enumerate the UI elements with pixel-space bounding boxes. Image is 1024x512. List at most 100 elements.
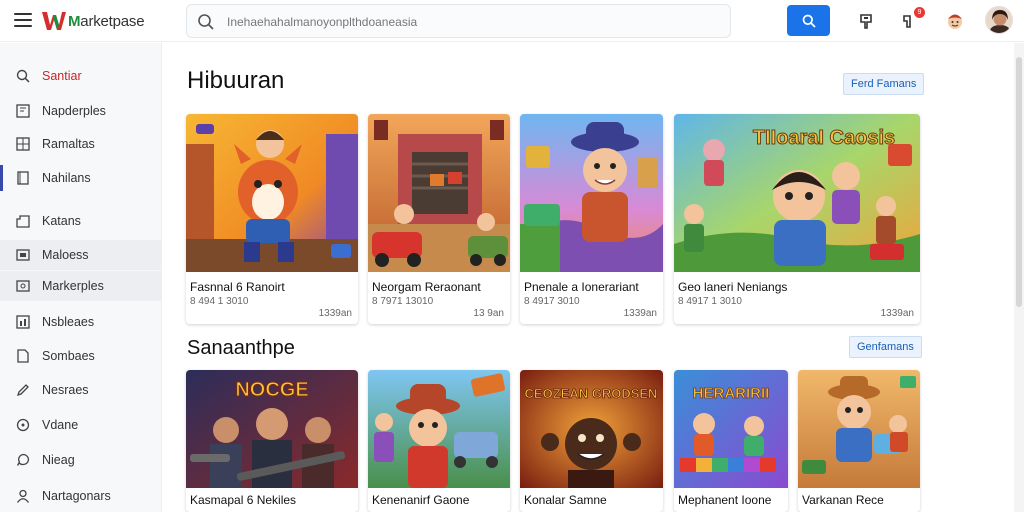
chat-icon[interactable] xyxy=(856,10,878,32)
card-title-art: HERARIRII xyxy=(693,385,770,402)
game-card[interactable]: HERARIRII Mephanent Ioone xyxy=(674,370,788,512)
game-card[interactable]: Fasnnal 6 Ranoirt 8 494 1 3010 1339an xyxy=(186,114,358,324)
sidebar-item-markerples[interactable]: Markerples xyxy=(0,271,162,301)
sidebar: Santiar Napderples Ramaltas Nahilans Kat… xyxy=(0,43,162,512)
sidebar-item-label: Ramaltas xyxy=(42,137,95,151)
sidebar-item-label: Nahilans xyxy=(42,171,91,185)
card-title: Kenenanirf Gaone xyxy=(372,493,470,507)
sidebar-item-nartagonars[interactable]: Nartagonars xyxy=(0,481,162,511)
disc-icon xyxy=(15,417,31,433)
notification-icon[interactable]: 9 xyxy=(899,7,925,32)
search-button[interactable] xyxy=(787,5,830,36)
card-title: Konalar Samne xyxy=(524,493,607,507)
card-title: Varkanan Rece xyxy=(802,493,884,507)
sidebar-item-label: Santiar xyxy=(42,69,82,83)
sidebar-item-nieag[interactable]: Nieag xyxy=(0,445,162,475)
game-card[interactable]: Varkanan Rece xyxy=(798,370,920,512)
card-meta: 8 7971 13010 xyxy=(372,296,434,307)
card-price: 1339an xyxy=(880,308,914,319)
card-title: Mephanent Ioone xyxy=(678,493,772,507)
brand-logo[interactable]: Marketpase xyxy=(41,8,145,34)
game-thumbnail xyxy=(520,114,663,272)
sidebar-item-label: Napderples xyxy=(42,104,106,118)
card-title-art: TIIoaraI Caosis xyxy=(753,127,895,149)
card-meta: 8 4917 1 3010 xyxy=(678,296,742,307)
sidebar-item-katans[interactable]: Katans xyxy=(0,206,162,236)
sidebar-item-label: Nartagonars xyxy=(42,489,111,503)
scrollbar-thumb[interactable] xyxy=(1016,57,1022,307)
card-title: Fasnnal 6 Ranoirt xyxy=(190,280,285,294)
vertical-scrollbar[interactable] xyxy=(1014,43,1024,512)
search-icon xyxy=(802,14,816,28)
sidebar-item-nahilans[interactable]: Nahilans xyxy=(0,163,162,193)
logo-mark-icon xyxy=(42,12,66,30)
see-all-button[interactable]: Genfamans xyxy=(849,336,922,358)
game-thumbnail: HERARIRII xyxy=(674,370,788,488)
section-title: Hibuuran xyxy=(187,67,285,94)
card-price: 1339an xyxy=(318,308,352,319)
sidebar-item-label: Vdane xyxy=(42,418,79,432)
monitor-icon xyxy=(15,103,31,119)
card-meta: 8 494 1 3010 xyxy=(190,296,249,307)
chat-bubble-icon xyxy=(15,452,31,468)
sidebar-item-label: Katans xyxy=(42,214,81,228)
game-thumbnail xyxy=(368,114,510,272)
card-title-art: NOCGE xyxy=(235,379,308,401)
game-thumbnail xyxy=(368,370,510,488)
box-icon xyxy=(15,348,31,364)
search-icon xyxy=(15,68,31,84)
search-input[interactable] xyxy=(227,11,717,33)
sidebar-item-label: Markerples xyxy=(42,279,104,293)
card-title: Neorgam Reraonant xyxy=(372,280,481,294)
window-icon xyxy=(15,247,31,263)
sidebar-item-label: Nsbleaes xyxy=(42,315,95,329)
tag-icon xyxy=(15,213,31,229)
sidebar-item-ramaltas[interactable]: Ramaltas xyxy=(0,129,162,159)
grid-icon xyxy=(15,136,31,152)
card-price: 1339an xyxy=(623,308,657,319)
sidebar-item-nesraes[interactable]: Nesraes xyxy=(0,375,162,405)
sidebar-item-label: Maloess xyxy=(42,248,89,262)
sidebar-item-nsbleaes[interactable]: Nsbleaes xyxy=(0,307,162,337)
brand-name: Marketpase xyxy=(68,12,145,30)
card-price: 13 9an xyxy=(473,308,504,319)
game-card[interactable]: Kenenanirf Gaone xyxy=(368,370,510,512)
sidebar-item-label: Sombaes xyxy=(42,349,95,363)
card-title: Geo laneri Neniangs xyxy=(678,280,788,294)
notification-badge: 9 xyxy=(914,7,925,18)
game-thumbnail: CEOZEAN GRODSEN xyxy=(520,370,663,488)
game-card[interactable]: NOCGE Kasmapal 6 Nekiles xyxy=(186,370,358,512)
card-meta: 8 4917 3010 xyxy=(524,296,580,307)
image-icon xyxy=(15,278,31,294)
sidebar-item-search[interactable]: Santiar xyxy=(0,61,162,91)
sidebar-item-label: Nesraes xyxy=(42,383,89,397)
sidebar-item-maloess[interactable]: Maloess xyxy=(0,240,162,270)
card-title: Pnenale a Ionerariant xyxy=(524,280,639,294)
avatar[interactable] xyxy=(985,6,1013,34)
game-card[interactable]: Neorgam Reraonant 8 7971 13010 13 9an xyxy=(368,114,510,324)
game-card[interactable]: CEOZEAN GRODSEN Konalar Samne xyxy=(520,370,663,512)
see-all-button[interactable]: Ferd Famans xyxy=(843,73,925,95)
game-thumbnail: TIIoaraI Caosis xyxy=(674,114,920,272)
pencil-icon xyxy=(15,382,31,398)
main-content: Hibuuran Ferd Famans Fasnnal 6 Ranoirt 8… xyxy=(163,43,1014,512)
game-thumbnail xyxy=(798,370,920,488)
character-icon[interactable] xyxy=(944,10,966,32)
game-thumbnail xyxy=(186,114,358,272)
section-title: Sanaanthpe xyxy=(187,337,295,359)
chart-icon xyxy=(15,314,31,330)
game-card[interactable]: Pnenale a Ionerariant 8 4917 3010 1339an xyxy=(520,114,663,324)
card-title-art: CEOZEAN GRODSEN xyxy=(525,386,658,401)
user-icon xyxy=(15,488,31,504)
top-bar: Marketpase 9 xyxy=(0,0,1024,42)
sidebar-item-label: Nieag xyxy=(42,453,75,467)
sidebar-item-sombaes[interactable]: Sombaes xyxy=(0,341,162,371)
sidebar-item-napderples[interactable]: Napderples xyxy=(0,96,162,126)
game-card[interactable]: TIIoaraI Caosis Geo laneri Neniangs 8 49… xyxy=(674,114,920,324)
search-bar xyxy=(186,4,731,38)
menu-icon[interactable] xyxy=(14,13,32,27)
card-title: Kasmapal 6 Nekiles xyxy=(190,493,297,507)
game-thumbnail: NOCGE xyxy=(186,370,358,488)
sidebar-item-vdane[interactable]: Vdane xyxy=(0,410,162,440)
search-icon xyxy=(198,14,214,30)
